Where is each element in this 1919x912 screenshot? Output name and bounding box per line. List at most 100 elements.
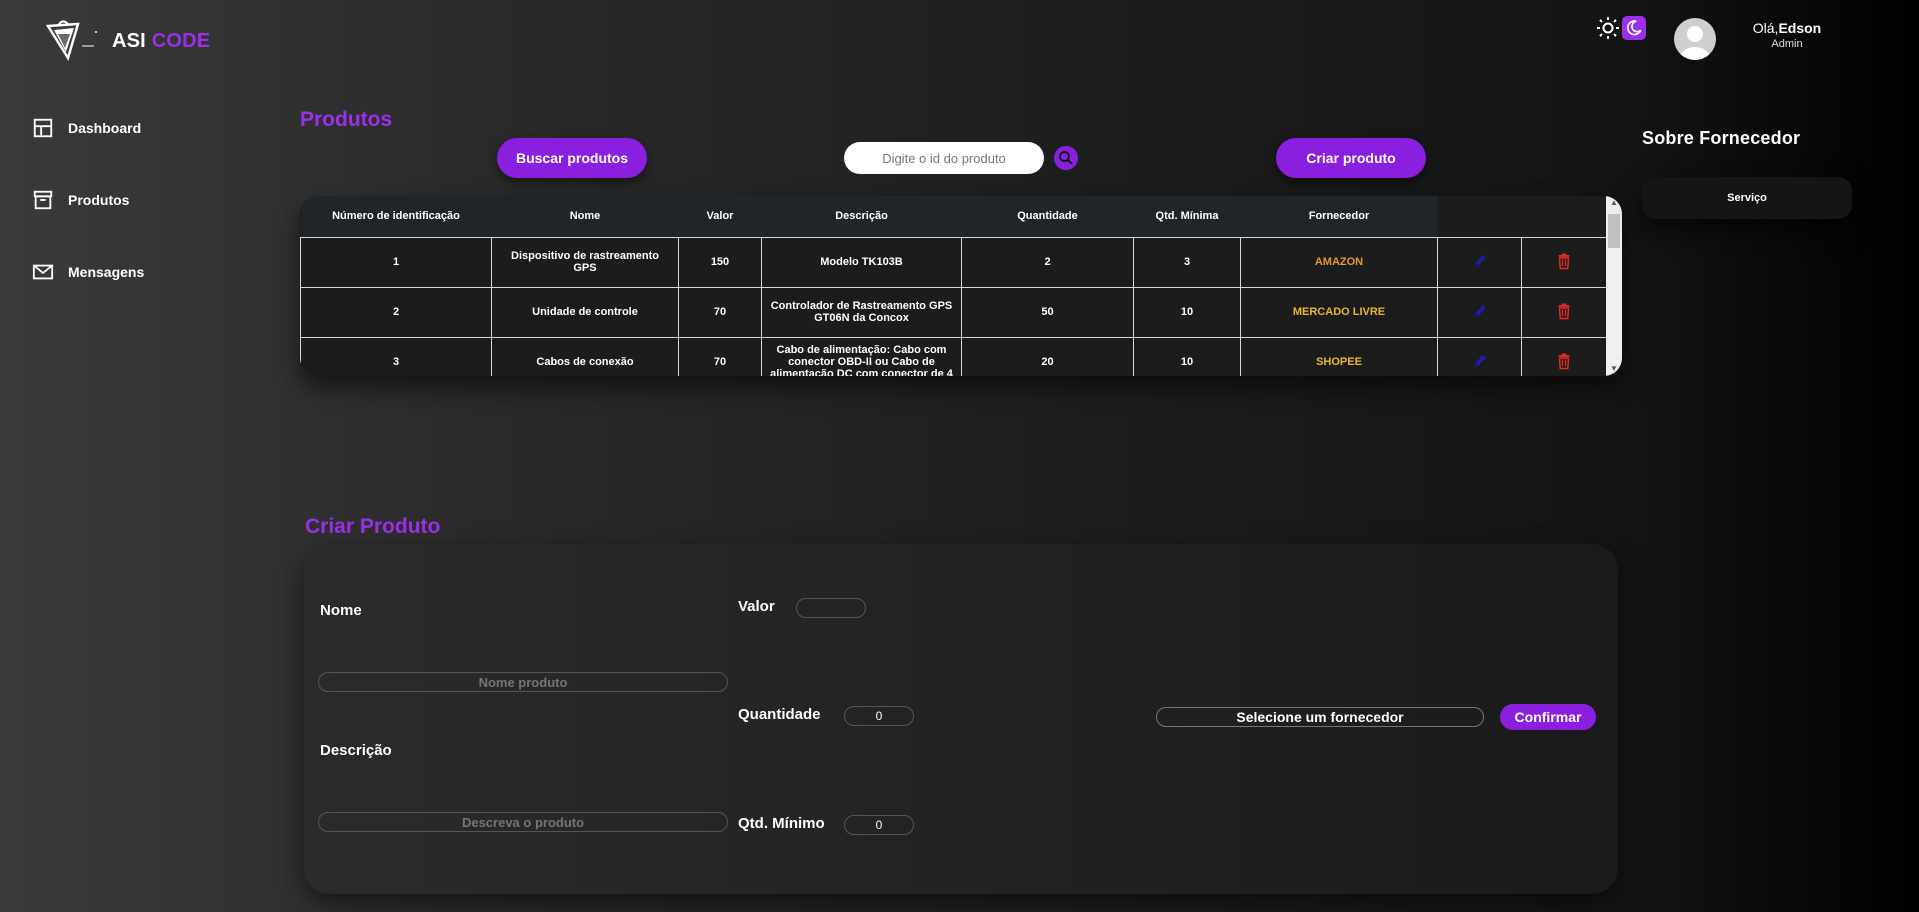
cell-min-quantity: 10 [1133,336,1241,376]
cell-value: 150 [678,236,762,288]
cell-quantity: 2 [961,236,1134,288]
column-header: Quantidade [961,196,1134,237]
value-label: Valor [738,598,775,615]
brand-logo-icon [44,18,102,64]
mail-icon [32,264,54,280]
scroll-down-arrow[interactable]: ▼ [1610,365,1618,373]
quantity-label: Quantidade [738,706,821,723]
column-header-delete [1521,196,1607,237]
trash-icon[interactable] [1555,351,1573,371]
user-avatar-icon[interactable] [1674,18,1716,60]
sidebar-item-mensagens[interactable]: Mensagens [32,260,232,284]
product-description-input[interactable] [318,812,728,832]
column-header: Número de identificação [300,196,492,237]
sidebar-item-produtos[interactable]: Produtos [32,188,232,212]
cell-supplier: AMAZON [1240,236,1438,288]
cell-edit [1437,236,1522,288]
column-header: Descrição [761,196,962,237]
cell-value: 70 [678,336,762,376]
sidebar: Dashboard Produtos Mensagens [32,116,232,332]
sidebar-item-label: Produtos [68,192,130,208]
dashboard-icon [33,118,53,138]
sun-icon[interactable] [1596,16,1620,40]
description-label: Descrição [320,742,392,759]
cell-description: Controlador de Rastreamento GPS GT06N da… [761,286,962,338]
cell-edit [1437,286,1522,338]
min-quantity-label: Qtd. Mínimo [738,815,825,832]
sidebar-item-label: Dashboard [68,120,142,136]
cell-edit [1437,336,1522,376]
cell-id: 1 [300,236,492,288]
create-product-title: Criar Produto [305,515,441,538]
cell-name: Unidade de controle [491,286,679,338]
user-name: Edson [1778,20,1822,36]
greeting-hello: Olá, [1752,20,1779,36]
brand-name-part1: ASI [112,29,146,52]
cell-delete [1521,336,1607,376]
table-row: 3 Cabos de conexão 70 Cabo de alimentaçã… [300,336,1607,376]
cell-id: 3 [300,336,492,376]
edit-pencil-icon[interactable] [1471,302,1489,320]
brand-logo[interactable]: ASI CODE [44,18,210,64]
name-label: Nome [320,602,362,619]
search-icon[interactable] [1054,146,1078,170]
search-products-button[interactable]: Buscar produtos [497,138,647,178]
supplier-service-card: Serviço [1642,177,1852,219]
edit-pencil-icon[interactable] [1471,352,1489,370]
product-min-quantity-input[interactable] [844,815,914,835]
create-product-form: Nome Descrição Valor Quantidade Qtd. Mín… [304,544,1618,894]
description-text: Modelo TK103B [820,256,903,268]
archive-icon [33,190,53,210]
cell-delete [1521,286,1607,338]
brand-name: ASI CODE [112,30,210,53]
cell-supplier: SHOPEE [1240,336,1438,376]
cell-value: 70 [678,286,762,338]
column-header: Fornecedor [1240,196,1438,237]
cell-min-quantity: 10 [1133,286,1241,338]
cell-id: 2 [300,286,492,338]
supplier-panel-title: Sobre Fornecedor [1642,128,1801,148]
supplier-panel: Sobre Fornecedor Serviço [1642,128,1852,219]
moon-icon[interactable] [1622,16,1646,40]
products-table: Número de identificação Nome Valor Descr… [300,196,1622,376]
cell-quantity: 50 [961,286,1134,338]
product-id-input[interactable] [844,142,1044,174]
cell-description: Modelo TK103B [761,236,962,288]
user-header: Olá,Edson Admin [1596,16,1821,60]
trash-icon[interactable] [1555,251,1573,271]
table-row: 1 Dispositivo de rastreamento GPS 150 Mo… [300,236,1607,288]
column-header: Qtd. Mínima [1133,196,1241,237]
user-role: Admin [1771,38,1803,50]
trash-icon[interactable] [1555,301,1573,321]
cell-quantity: 20 [961,336,1134,376]
column-header-edit [1437,196,1522,237]
supplier-select[interactable]: Selecione um fornecedor [1156,707,1484,727]
cell-delete [1521,236,1607,288]
products-title: Produtos [300,108,393,131]
theme-toggle[interactable] [1596,16,1646,40]
create-product-button[interactable]: Criar produto [1276,138,1426,178]
confirm-button[interactable]: Confirmar [1500,704,1596,730]
scroll-thumb[interactable] [1608,214,1620,248]
description-text: Controlador de Rastreamento GPS GT06N da… [770,300,953,324]
cell-description: Cabo de alimentação: Cabo com conector O… [761,336,962,376]
cell-min-quantity: 3 [1133,236,1241,288]
scroll-up-arrow[interactable]: ▲ [1610,199,1618,207]
cell-name: Cabos de conexão [491,336,679,376]
product-name-input[interactable] [318,672,728,692]
description-text: Cabo de alimentação: Cabo com conector O… [770,344,953,376]
table-row: 2 Unidade de controle 70 Controlador de … [300,286,1607,338]
table-header-row: Número de identificação Nome Valor Descr… [300,196,1607,237]
user-greeting: Olá,Edson Admin [1742,20,1832,50]
edit-pencil-icon[interactable] [1471,252,1489,270]
product-quantity-input[interactable] [844,706,914,726]
cell-supplier: MERCADO LIVRE [1240,286,1438,338]
table-scrollbar[interactable]: ▲ ▼ [1606,196,1622,376]
cell-name: Dispositivo de rastreamento GPS [491,236,679,288]
sidebar-item-label: Mensagens [68,264,145,280]
product-value-input[interactable] [796,598,866,618]
column-header: Nome [491,196,679,237]
sidebar-item-dashboard[interactable]: Dashboard [32,116,232,140]
column-header: Valor [678,196,762,237]
brand-name-part2: CODE [151,29,211,52]
